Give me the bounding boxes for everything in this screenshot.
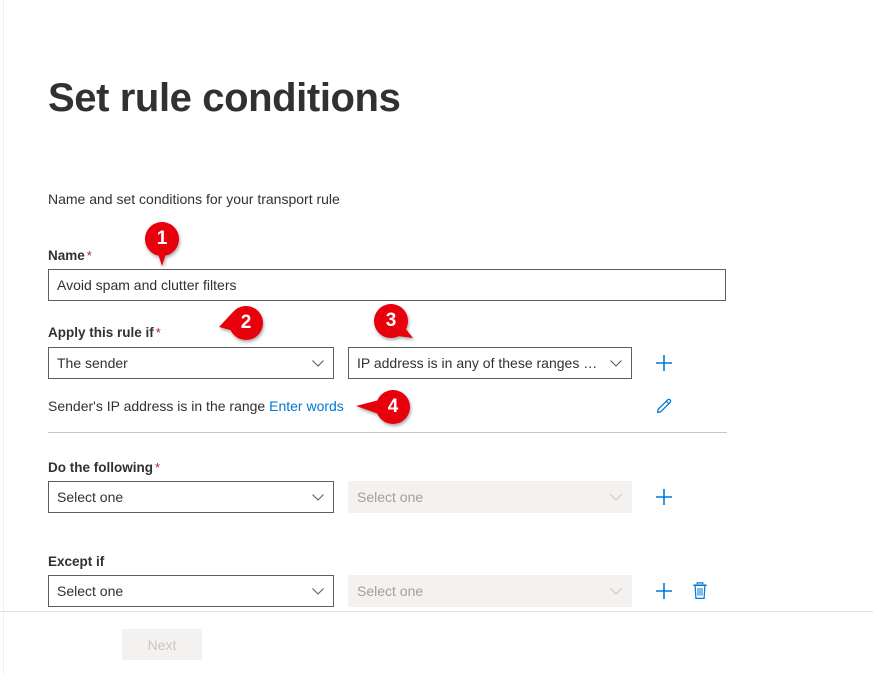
name-required-asterisk: *	[86, 248, 92, 263]
name-label-text: Name	[48, 248, 85, 263]
footer-divider	[0, 611, 873, 612]
add-exception-button[interactable]	[653, 580, 675, 602]
do-the-following-primary-dropdown[interactable]: Select one	[48, 481, 334, 513]
condition-summary-row: Sender's IP address is in the range Ente…	[48, 398, 344, 414]
apply-rule-if-label: Apply this rule if *	[48, 325, 161, 340]
delete-exception-button[interactable]	[689, 580, 711, 602]
except-if-required-asterisk	[104, 554, 106, 569]
callout-marker-3: 3	[373, 303, 419, 347]
callout-marker-1-number: 1	[156, 228, 168, 249]
do-the-following-required-asterisk: *	[154, 460, 161, 475]
apply-rule-if-required-asterisk: *	[155, 325, 161, 340]
chevron-down-icon	[609, 356, 623, 370]
except-if-label-text: Except if	[48, 554, 105, 569]
add-action-button[interactable]	[653, 486, 675, 508]
callout-marker-4: 4	[355, 389, 411, 425]
except-if-label: Except if	[48, 554, 106, 569]
next-button[interactable]: Next	[122, 629, 202, 660]
chevron-down-icon	[311, 584, 325, 598]
callout-marker-2-number: 2	[240, 312, 252, 333]
do-the-following-secondary-dropdown: Select one	[348, 481, 632, 513]
name-input[interactable]: Avoid spam and clutter filters	[48, 269, 726, 301]
enter-words-link[interactable]: Enter words	[269, 398, 344, 414]
page-subtitle: Name and set conditions for your transpo…	[48, 191, 340, 207]
page-title: Set rule conditions	[48, 76, 401, 120]
callout-marker-1: 1	[144, 221, 180, 267]
section-divider	[48, 432, 727, 433]
do-the-following-label: Do the following *	[48, 460, 160, 475]
add-condition-button[interactable]	[653, 352, 675, 374]
do-the-following-secondary-value: Select one	[357, 489, 424, 505]
apply-rule-if-primary-dropdown[interactable]: The sender	[48, 347, 334, 379]
form-scroll-region[interactable]: Set rule conditions Name and set conditi…	[0, 0, 873, 612]
edit-condition-pencil-button[interactable]	[653, 395, 675, 417]
chevron-down-icon	[311, 356, 325, 370]
condition-summary-text: Sender's IP address is in the range	[48, 398, 266, 414]
apply-rule-if-primary-value: The sender	[57, 355, 128, 371]
except-if-primary-dropdown[interactable]: Select one	[48, 575, 334, 607]
except-if-secondary-value: Select one	[357, 583, 424, 599]
chevron-down-icon	[609, 490, 623, 504]
chevron-down-icon	[609, 584, 623, 598]
do-the-following-label-text: Do the following	[48, 460, 153, 475]
except-if-primary-value: Select one	[57, 583, 124, 599]
rule-conditions-page: Set rule conditions Name and set conditi…	[0, 0, 873, 674]
do-the-following-primary-value: Select one	[57, 489, 124, 505]
callout-marker-2: 2	[218, 305, 264, 341]
name-field-label: Name *	[48, 248, 92, 263]
apply-rule-if-secondary-value: IP address is in any of these ranges or …	[357, 355, 603, 371]
except-if-secondary-dropdown: Select one	[348, 575, 632, 607]
callout-marker-4-number: 4	[387, 396, 399, 417]
apply-rule-if-label-text: Apply this rule if	[48, 325, 154, 340]
name-input-value: Avoid spam and clutter filters	[57, 277, 237, 293]
apply-rule-if-secondary-dropdown[interactable]: IP address is in any of these ranges or …	[348, 347, 632, 379]
callout-marker-3-number: 3	[385, 310, 397, 331]
chevron-down-icon	[311, 490, 325, 504]
